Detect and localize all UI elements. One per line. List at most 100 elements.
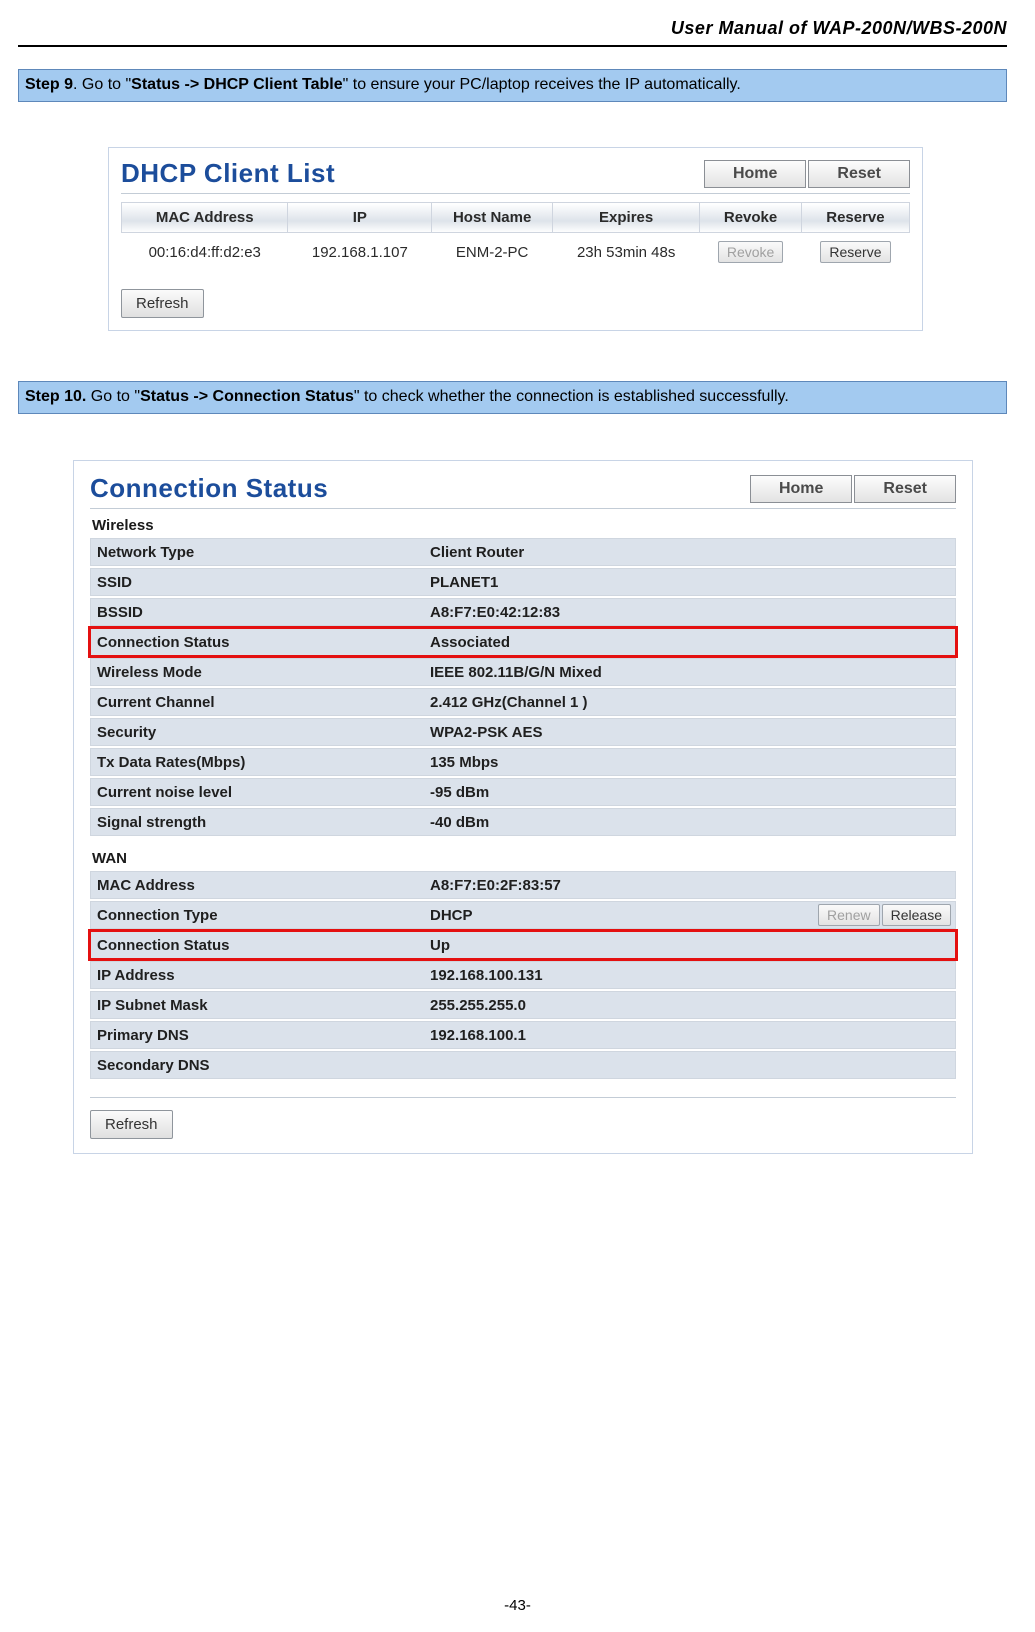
cell-reserve: Reserve bbox=[801, 233, 909, 272]
k-noise: Current noise level bbox=[91, 784, 426, 801]
page-number: -43- bbox=[0, 1597, 1035, 1614]
step10-banner: Step 10. Go to "Status -> Connection Sta… bbox=[18, 381, 1007, 414]
revoke-button[interactable]: Revoke bbox=[718, 241, 783, 263]
row-noise: Current noise level -95 dBm bbox=[90, 778, 956, 806]
row-wan-dns2: Secondary DNS bbox=[90, 1051, 956, 1079]
v-wireless-mode: IEEE 802.11B/G/N Mixed bbox=[426, 664, 955, 681]
k-ssid: SSID bbox=[91, 574, 426, 591]
row-wan-ctype: Connection Type DHCP Renew Release bbox=[90, 901, 956, 929]
doc-header: User Manual of WAP-200N/WBS-200N bbox=[18, 18, 1007, 45]
step9-path: Status -> DHCP Client Table bbox=[131, 76, 342, 93]
col-mac: MAC Address bbox=[122, 203, 288, 233]
k-wan-mask: IP Subnet Mask bbox=[91, 997, 426, 1014]
v-wan-dns1: 192.168.100.1 bbox=[426, 1027, 955, 1044]
conn-bottom-divider bbox=[90, 1097, 956, 1098]
connection-panel: Connection Status Home Reset Wireless Ne… bbox=[73, 460, 973, 1154]
step9-text-after: " to ensure your PC/laptop receives the … bbox=[343, 76, 741, 93]
row-wan-ip: IP Address 192.168.100.131 bbox=[90, 961, 956, 989]
dhcp-title: DHCP Client List bbox=[121, 158, 335, 189]
wan-group-label: WAN bbox=[92, 850, 956, 867]
row-signal: Signal strength -40 dBm bbox=[90, 808, 956, 836]
v-noise: -95 dBm bbox=[426, 784, 955, 801]
step9-text: . Go to " bbox=[73, 76, 131, 93]
step10-label: Step 10. bbox=[25, 388, 86, 405]
k-wan-ctype: Connection Type bbox=[91, 907, 426, 924]
home-button[interactable]: Home bbox=[750, 475, 852, 503]
release-button[interactable]: Release bbox=[882, 904, 951, 926]
col-ip: IP bbox=[288, 203, 432, 233]
row-wireless-mode: Wireless Mode IEEE 802.11B/G/N Mixed bbox=[90, 658, 956, 686]
reset-button[interactable]: Reset bbox=[808, 160, 910, 188]
cell-expires: 23h 53min 48s bbox=[553, 233, 700, 272]
v-wan-ip: 192.168.100.131 bbox=[426, 967, 955, 984]
step9-label: Step 9 bbox=[25, 76, 73, 93]
dhcp-top-buttons: Home Reset bbox=[704, 160, 910, 188]
k-tx: Tx Data Rates(Mbps) bbox=[91, 754, 426, 771]
cell-revoke: Revoke bbox=[700, 233, 802, 272]
cell-host: ENM-2-PC bbox=[432, 233, 553, 272]
conn-panel-header: Connection Status Home Reset bbox=[90, 473, 956, 504]
col-reserve: Reserve bbox=[801, 203, 909, 233]
v-wireless-conn-status: Associated bbox=[426, 634, 955, 651]
v-wan-mask: 255.255.255.0 bbox=[426, 997, 955, 1014]
dhcp-panel-header: DHCP Client List Home Reset bbox=[121, 158, 910, 189]
k-wireless-mode: Wireless Mode bbox=[91, 664, 426, 681]
dhcp-divider bbox=[121, 193, 910, 194]
k-wan-conn-status: Connection Status bbox=[91, 937, 426, 954]
k-wan-dns2: Secondary DNS bbox=[91, 1057, 426, 1074]
v-wan-conn-status: Up bbox=[426, 937, 955, 954]
v-ssid: PLANET1 bbox=[426, 574, 955, 591]
row-wan-mac: MAC Address A8:F7:E0:2F:83:57 bbox=[90, 871, 956, 899]
dhcp-header-row: MAC Address IP Host Name Expires Revoke … bbox=[122, 203, 910, 233]
reset-button[interactable]: Reset bbox=[854, 475, 956, 503]
conn-title: Connection Status bbox=[90, 473, 328, 504]
k-channel: Current Channel bbox=[91, 694, 426, 711]
row-tx: Tx Data Rates(Mbps) 135 Mbps bbox=[90, 748, 956, 776]
home-button[interactable]: Home bbox=[704, 160, 806, 188]
step9-banner: Step 9. Go to "Status -> DHCP Client Tab… bbox=[18, 69, 1007, 102]
row-wan-conn-status: Connection Status Up bbox=[90, 931, 956, 959]
refresh-button[interactable]: Refresh bbox=[121, 289, 204, 318]
col-expires: Expires bbox=[553, 203, 700, 233]
row-bssid: BSSID A8:F7:E0:42:12:83 bbox=[90, 598, 956, 626]
wireless-group-label: Wireless bbox=[92, 517, 956, 534]
k-wan-dns1: Primary DNS bbox=[91, 1027, 426, 1044]
v-network-type: Client Router bbox=[426, 544, 955, 561]
cell-ip: 192.168.1.107 bbox=[288, 233, 432, 272]
k-bssid: BSSID bbox=[91, 604, 426, 621]
dhcp-row: 00:16:d4:ff:d2:e3 192.168.1.107 ENM-2-PC… bbox=[122, 233, 910, 272]
conn-divider bbox=[90, 508, 956, 509]
renew-button[interactable]: Renew bbox=[818, 904, 880, 926]
wan-ctype-actions: Renew Release bbox=[818, 904, 951, 926]
v-tx: 135 Mbps bbox=[426, 754, 955, 771]
step10-text-after: " to check whether the connection is est… bbox=[354, 388, 789, 405]
k-wan-ip: IP Address bbox=[91, 967, 426, 984]
row-wireless-conn-status: Connection Status Associated bbox=[90, 628, 956, 656]
dhcp-panel: DHCP Client List Home Reset MAC Address … bbox=[108, 147, 923, 331]
reserve-button[interactable]: Reserve bbox=[820, 241, 890, 263]
v-bssid: A8:F7:E0:42:12:83 bbox=[426, 604, 955, 621]
col-host: Host Name bbox=[432, 203, 553, 233]
row-wan-mask: IP Subnet Mask 255.255.255.0 bbox=[90, 991, 956, 1019]
v-wan-mac: A8:F7:E0:2F:83:57 bbox=[426, 877, 955, 894]
k-signal: Signal strength bbox=[91, 814, 426, 831]
dhcp-table: MAC Address IP Host Name Expires Revoke … bbox=[121, 202, 910, 271]
row-ssid: SSID PLANET1 bbox=[90, 568, 956, 596]
v-channel: 2.412 GHz(Channel 1 ) bbox=[426, 694, 955, 711]
conn-top-buttons: Home Reset bbox=[750, 475, 956, 503]
k-security: Security bbox=[91, 724, 426, 741]
k-network-type: Network Type bbox=[91, 544, 426, 561]
v-signal: -40 dBm bbox=[426, 814, 955, 831]
row-security: Security WPA2-PSK AES bbox=[90, 718, 956, 746]
step10-text: Go to " bbox=[86, 388, 140, 405]
refresh-button[interactable]: Refresh bbox=[90, 1110, 173, 1139]
row-channel: Current Channel 2.412 GHz(Channel 1 ) bbox=[90, 688, 956, 716]
cell-mac: 00:16:d4:ff:d2:e3 bbox=[122, 233, 288, 272]
col-revoke: Revoke bbox=[700, 203, 802, 233]
k-wan-mac: MAC Address bbox=[91, 877, 426, 894]
row-wan-dns1: Primary DNS 192.168.100.1 bbox=[90, 1021, 956, 1049]
step10-path: Status -> Connection Status bbox=[140, 388, 354, 405]
k-wireless-conn-status: Connection Status bbox=[91, 634, 426, 651]
doc-header-rule bbox=[18, 45, 1007, 47]
v-security: WPA2-PSK AES bbox=[426, 724, 955, 741]
